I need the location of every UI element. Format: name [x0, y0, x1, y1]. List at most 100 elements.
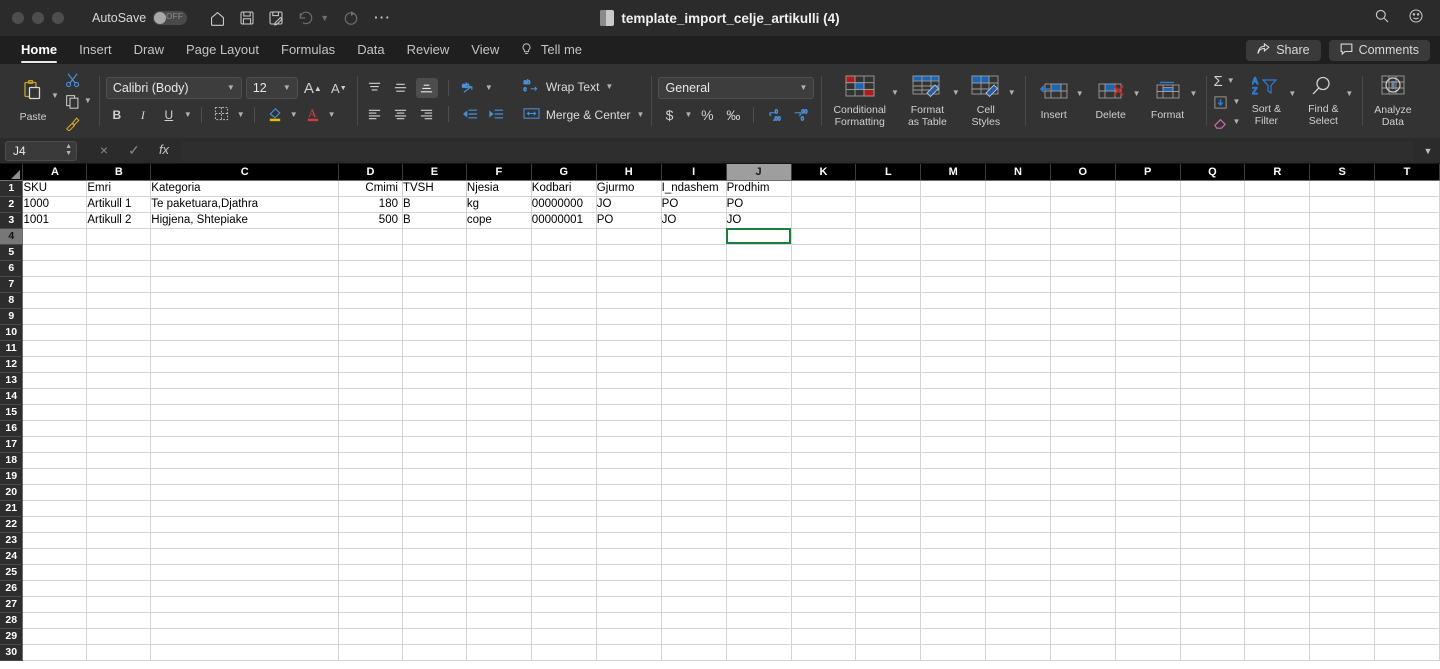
cell-S9[interactable]	[1310, 308, 1375, 324]
cell-L3[interactable]	[856, 212, 921, 228]
row-header-13[interactable]: 13	[0, 372, 23, 388]
cell-I21[interactable]	[661, 500, 726, 516]
cell-K28[interactable]	[791, 612, 856, 628]
cell-R7[interactable]	[1245, 276, 1310, 292]
cell-J15[interactable]	[726, 404, 791, 420]
clear-button[interactable]: ▼	[1213, 115, 1240, 130]
column-header-j[interactable]: J	[726, 164, 791, 180]
cell-S28[interactable]	[1310, 612, 1375, 628]
sheet-row[interactable]: 23	[0, 532, 1440, 548]
cell-B25[interactable]	[87, 564, 151, 580]
cell-E5[interactable]	[402, 244, 466, 260]
cell-S6[interactable]	[1310, 260, 1375, 276]
share-button[interactable]: Share	[1246, 40, 1320, 61]
cell-I17[interactable]	[661, 436, 726, 452]
cell-O26[interactable]	[1050, 580, 1115, 596]
cell-O23[interactable]	[1050, 532, 1115, 548]
cell-L5[interactable]	[856, 244, 921, 260]
cell-E10[interactable]	[402, 324, 466, 340]
cell-N15[interactable]	[986, 404, 1051, 420]
cancel-formula-button[interactable]: ×	[89, 142, 119, 159]
delete-cells-dropdown-chevron-icon[interactable]: ▼	[1133, 90, 1141, 98]
cell-L27[interactable]	[856, 596, 921, 612]
cell-D2[interactable]: 180	[339, 196, 403, 212]
cell-H23[interactable]	[596, 532, 661, 548]
cell-C25[interactable]	[151, 564, 339, 580]
row-header-12[interactable]: 12	[0, 356, 23, 372]
cell-D20[interactable]	[339, 484, 403, 500]
cell-P24[interactable]	[1115, 548, 1180, 564]
cell-Q29[interactable]	[1180, 628, 1245, 644]
font-family-select[interactable]: Calibri (Body) ▼	[106, 77, 242, 99]
cell-H1[interactable]: Gjurmo	[596, 180, 661, 196]
cell-F15[interactable]	[466, 404, 531, 420]
column-header-row[interactable]: ABCDEFGHIJKLMNOPQRST	[0, 164, 1440, 180]
cell-S21[interactable]	[1310, 500, 1375, 516]
cell-R11[interactable]	[1245, 340, 1310, 356]
cell-R3[interactable]	[1245, 212, 1310, 228]
cell-L22[interactable]	[856, 516, 921, 532]
cell-G13[interactable]	[531, 372, 596, 388]
cell-F3[interactable]: cope	[466, 212, 531, 228]
cell-P11[interactable]	[1115, 340, 1180, 356]
orientation-button[interactable]: ab	[459, 78, 481, 98]
cell-C10[interactable]	[151, 324, 339, 340]
cell-H15[interactable]	[596, 404, 661, 420]
cell-H26[interactable]	[596, 580, 661, 596]
row-header-2[interactable]: 2	[0, 196, 23, 212]
cell-P6[interactable]	[1115, 260, 1180, 276]
cell-J17[interactable]	[726, 436, 791, 452]
cell-K23[interactable]	[791, 532, 856, 548]
cell-N26[interactable]	[986, 580, 1051, 596]
cell-E11[interactable]	[402, 340, 466, 356]
cell-E20[interactable]	[402, 484, 466, 500]
cell-A26[interactable]	[23, 580, 87, 596]
cell-P13[interactable]	[1115, 372, 1180, 388]
cell-S8[interactable]	[1310, 292, 1375, 308]
column-header-e[interactable]: E	[402, 164, 466, 180]
cell-H29[interactable]	[596, 628, 661, 644]
row-header-14[interactable]: 14	[0, 388, 23, 404]
column-header-c[interactable]: C	[151, 164, 339, 180]
cell-F16[interactable]	[466, 420, 531, 436]
sheet-row[interactable]: 1SKUEmriKategoriaCmimiTVSHNjesiaKodbariG…	[0, 180, 1440, 196]
align-bottom-button[interactable]	[416, 78, 438, 98]
cell-A20[interactable]	[23, 484, 87, 500]
cell-T13[interactable]	[1375, 372, 1440, 388]
column-header-b[interactable]: B	[87, 164, 151, 180]
cell-K13[interactable]	[791, 372, 856, 388]
cell-D17[interactable]	[339, 436, 403, 452]
cell-I2[interactable]: PO	[661, 196, 726, 212]
currency-dropdown-chevron-icon[interactable]: ▼	[684, 111, 692, 119]
cell-L6[interactable]	[856, 260, 921, 276]
cell-Q22[interactable]	[1180, 516, 1245, 532]
cell-K2[interactable]	[791, 196, 856, 212]
cell-C16[interactable]	[151, 420, 339, 436]
cell-C29[interactable]	[151, 628, 339, 644]
cell-L24[interactable]	[856, 548, 921, 564]
formula-bar[interactable]: J4 ▲ ▼ × ✓ fx ▼	[0, 138, 1440, 164]
cell-L29[interactable]	[856, 628, 921, 644]
cell-H10[interactable]	[596, 324, 661, 340]
row-header-11[interactable]: 11	[0, 340, 23, 356]
row-header-16[interactable]: 16	[0, 420, 23, 436]
cell-N13[interactable]	[986, 372, 1051, 388]
copy-dropdown-chevron-icon[interactable]: ▼	[84, 97, 92, 105]
cell-R13[interactable]	[1245, 372, 1310, 388]
row-header-4[interactable]: 4	[0, 228, 23, 244]
cell-T29[interactable]	[1375, 628, 1440, 644]
cell-J10[interactable]	[726, 324, 791, 340]
sheet-row[interactable]: 5	[0, 244, 1440, 260]
cell-K19[interactable]	[791, 468, 856, 484]
cell-B24[interactable]	[87, 548, 151, 564]
column-header-m[interactable]: M	[921, 164, 986, 180]
row-header-26[interactable]: 26	[0, 580, 23, 596]
cell-N19[interactable]	[986, 468, 1051, 484]
cell-K17[interactable]	[791, 436, 856, 452]
cell-H8[interactable]	[596, 292, 661, 308]
sheet-row[interactable]: 27	[0, 596, 1440, 612]
cell-D25[interactable]	[339, 564, 403, 580]
cell-H20[interactable]	[596, 484, 661, 500]
cell-E27[interactable]	[402, 596, 466, 612]
cell-E3[interactable]: B	[402, 212, 466, 228]
